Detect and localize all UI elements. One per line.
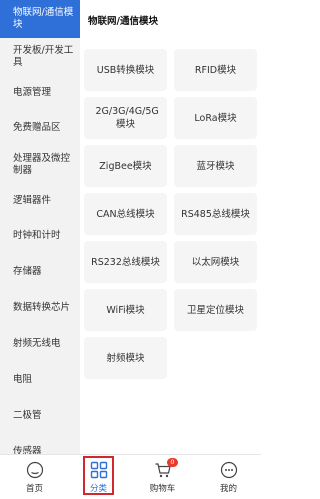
module-card-label: ZigBee模块	[99, 160, 152, 172]
tab-profile[interactable]: 我的	[196, 455, 261, 499]
section-title: 物联网/通信模块	[88, 16, 158, 27]
sidebar-item-processors[interactable]: 处理器及微控制器	[0, 146, 80, 184]
cart-icon: 0	[154, 458, 178, 479]
tab-cart[interactable]: 0 购物车	[130, 455, 195, 499]
category-sidebar: 物联网/通信模块 开发板/开发工具 电源管理 免费赠品区 处理器及微控制器 逻辑…	[0, 0, 80, 454]
module-card-label: RS232总线模块	[91, 256, 160, 268]
sidebar-item-label: 传感器	[13, 446, 42, 454]
module-card-label: 以太网模块	[191, 256, 240, 268]
module-card-label: USB转换模块	[96, 64, 155, 76]
sidebar-item-label: 数据转换芯片	[13, 302, 71, 313]
tab-home[interactable]: 首页	[2, 455, 67, 499]
module-card-rf[interactable]: 射频模块	[84, 337, 167, 379]
sidebar-item-label: 开发板/开发工具	[13, 45, 74, 68]
sidebar-item-label: 电阻	[13, 374, 33, 385]
sidebar-item-power[interactable]: 电源管理	[0, 76, 80, 110]
module-card-zigbee[interactable]: ZigBee模块	[84, 145, 167, 187]
sidebar-item-label: 物联网/通信模块	[13, 7, 74, 30]
sidebar-item-label: 电源管理	[13, 87, 52, 98]
module-card-cellular[interactable]: 2G/3G/4G/5G模块	[84, 97, 167, 139]
sidebar-item-sensors[interactable]: 传感器	[0, 434, 80, 454]
module-card-gnss[interactable]: 卫星定位模块	[174, 289, 257, 331]
tab-label: 购物车	[149, 484, 176, 494]
bottom-tab-bar: 首页 分类 0 购物车 我的	[0, 454, 261, 499]
sidebar-item-memory[interactable]: 存储器	[0, 254, 80, 290]
sidebar-item-label: 处理器及微控制器	[13, 153, 71, 176]
tab-label: 我的	[219, 484, 237, 494]
sidebar-item-dev-boards[interactable]: 开发板/开发工具	[0, 38, 80, 76]
module-card-label: RS485总线模块	[181, 208, 250, 220]
sidebar-item-label: 二极管	[13, 410, 42, 421]
module-card-rs485[interactable]: RS485总线模块	[174, 193, 257, 235]
sidebar-item-label: 免费赠品区	[13, 122, 61, 133]
module-card-label: 蓝牙模块	[196, 160, 235, 172]
sidebar-item-resistors[interactable]: 电阻	[0, 362, 80, 398]
sidebar-item-iot[interactable]: 物联网/通信模块	[0, 0, 80, 38]
sidebar-item-label: 射频无线电	[13, 338, 61, 349]
module-card-lora[interactable]: LoRa模块	[174, 97, 257, 139]
sidebar-item-label: 时钟和计时	[13, 230, 61, 241]
active-tab-highlight	[83, 456, 114, 495]
module-card-ethernet[interactable]: 以太网模块	[174, 241, 257, 283]
module-card-label: LoRa模块	[194, 112, 237, 124]
sidebar-item-diodes[interactable]: 二极管	[0, 398, 80, 434]
module-card-wifi[interactable]: WiFi模块	[84, 289, 167, 331]
sidebar-item-rf[interactable]: 射频无线电	[0, 326, 80, 362]
module-card-rs232[interactable]: RS232总线模块	[84, 241, 167, 283]
module-card-label: CAN总线模块	[96, 208, 155, 220]
module-card-bluetooth[interactable]: 蓝牙模块	[174, 145, 257, 187]
sidebar-item-label: 逻辑器件	[13, 195, 52, 206]
category-content: 物联网/通信模块 USB转换模块 RFID模块 2G/3G/4G/5G模块 Lo…	[80, 0, 261, 454]
tab-label: 首页	[25, 484, 43, 494]
module-card-rfid[interactable]: RFID模块	[174, 49, 257, 91]
module-card-label: WiFi模块	[106, 304, 145, 316]
module-card-usb[interactable]: USB转换模块	[84, 49, 167, 91]
module-card-can[interactable]: CAN总线模块	[84, 193, 167, 235]
sidebar-item-clocks[interactable]: 时钟和计时	[0, 218, 80, 254]
sidebar-item-free-gifts[interactable]: 免费赠品区	[0, 110, 80, 146]
module-card-label: 射频模块	[106, 352, 145, 364]
home-icon	[26, 461, 44, 479]
profile-icon	[220, 461, 238, 479]
sidebar-item-data-converters[interactable]: 数据转换芯片	[0, 290, 80, 326]
module-card-label: 卫星定位模块	[186, 304, 244, 316]
module-card-label: RFID模块	[194, 64, 237, 76]
cart-count-badge: 0	[167, 458, 178, 467]
module-card-label: 2G/3G/4G/5G模块	[95, 106, 159, 130]
sidebar-item-label: 存储器	[13, 266, 42, 277]
sidebar-item-logic[interactable]: 逻辑器件	[0, 184, 80, 218]
